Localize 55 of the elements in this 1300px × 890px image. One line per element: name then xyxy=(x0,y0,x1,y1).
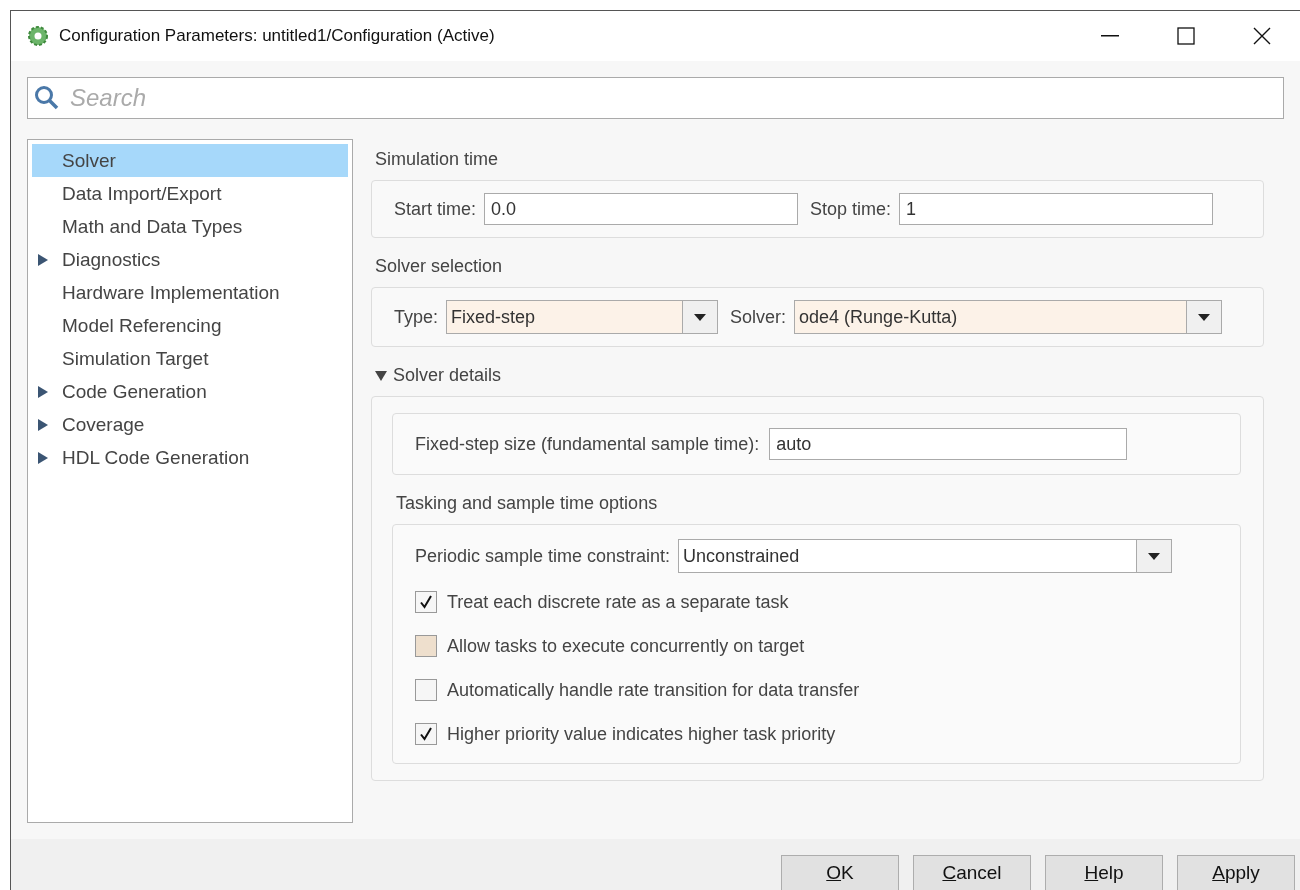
checkbox-label: Allow tasks to execute concurrently on target xyxy=(447,635,805,657)
checkmark-icon xyxy=(418,594,434,610)
field-label: Stop time: xyxy=(810,198,892,220)
window-title: Configuration Parameters: untitled1/Configuration (Active) xyxy=(59,26,496,46)
tree-item[interactable]: Simulation Target xyxy=(62,347,209,370)
dialog-button[interactable]: Apply xyxy=(1177,855,1295,890)
tree-item[interactable]: Hardware Implementation xyxy=(62,281,280,304)
tree-item[interactable]: HDL Code Generation xyxy=(62,446,250,469)
field-label: Solver: xyxy=(730,306,787,328)
section-title: Simulation time xyxy=(375,149,499,170)
section-title: Tasking and sample time options xyxy=(396,493,658,514)
expanded-triangle-icon[interactable] xyxy=(375,370,387,381)
section-title[interactable]: Solver details xyxy=(393,365,502,386)
tree-item[interactable]: Coverage xyxy=(62,413,145,436)
dropdown-caret-icon xyxy=(694,313,707,321)
maximize-icon xyxy=(1177,27,1195,45)
collapsed-triangle-icon[interactable] xyxy=(38,253,48,266)
field-label: Periodic sample time constraint: xyxy=(415,545,671,567)
minimize-icon xyxy=(1101,35,1119,37)
dropdown-caret-icon xyxy=(1148,552,1161,560)
search-icon xyxy=(34,85,60,111)
dialog-button[interactable]: Help xyxy=(1045,855,1163,890)
dialog-button[interactable]: Cancel xyxy=(913,855,1031,890)
field-label: Type: xyxy=(394,306,439,328)
tree-item[interactable]: Math and Data Types xyxy=(62,215,243,238)
dropdown[interactable]: Fixed-step xyxy=(446,300,719,334)
tree-item[interactable]: Solver xyxy=(62,149,116,172)
checkbox-label: Treat each discrete rate as a separate task xyxy=(447,591,789,613)
dropdown[interactable]: Unconstrained xyxy=(678,539,1173,573)
gear-icon xyxy=(27,25,49,47)
checkbox-label: Automatically handle rate transition for data transfer xyxy=(447,679,860,701)
section-title: Solver selection xyxy=(375,256,503,277)
dropdown-caret-icon xyxy=(1198,313,1211,321)
input-field[interactable]: 1 xyxy=(899,193,1214,225)
dialog-button[interactable]: OK xyxy=(781,855,899,890)
close-icon xyxy=(1253,27,1271,45)
checkbox[interactable] xyxy=(415,591,437,613)
search-field[interactable]: Search xyxy=(27,77,1284,119)
checkbox[interactable] xyxy=(415,679,437,701)
collapsed-triangle-icon[interactable] xyxy=(38,385,48,398)
tree-item[interactable]: Model Referencing xyxy=(62,314,222,337)
checkbox[interactable] xyxy=(415,635,437,657)
tree-item[interactable]: Code Generation xyxy=(62,380,207,403)
input-field[interactable]: auto xyxy=(769,428,1128,460)
checkmark-icon xyxy=(418,726,434,742)
collapsed-triangle-icon[interactable] xyxy=(38,418,48,431)
tree-item[interactable]: Data Import/Export xyxy=(62,182,222,205)
tree-item[interactable]: Diagnostics xyxy=(62,248,161,271)
collapsed-triangle-icon[interactable] xyxy=(38,451,48,464)
checkbox-label: Higher priority value indicates higher task priority xyxy=(447,723,836,745)
field-label: Start time: xyxy=(394,198,477,220)
dropdown[interactable]: ode4 (Runge-Kutta) xyxy=(794,300,1223,334)
checkbox[interactable] xyxy=(415,723,437,745)
input-field[interactable]: 0.0 xyxy=(484,193,799,225)
field-label: Fixed-step size (fundamental sample time): xyxy=(415,433,760,455)
